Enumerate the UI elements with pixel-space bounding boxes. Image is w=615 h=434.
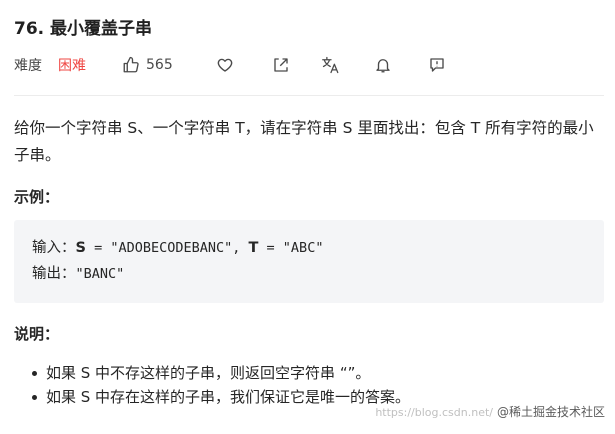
feedback-icon	[428, 56, 446, 74]
s-variable: S	[75, 240, 86, 256]
example-input-line: 输入：S = "ADOBECODEBANC", T = "ABC"	[32, 235, 604, 261]
divider	[14, 95, 604, 96]
input-label: 输入：	[32, 240, 76, 256]
share-button[interactable]	[270, 53, 292, 77]
translate-button[interactable]	[320, 53, 342, 77]
bell-icon	[374, 56, 392, 74]
example-block: 输入：S = "ADOBECODEBANC", T = "ABC" 输出："BA…	[14, 220, 604, 303]
like-count: 565	[146, 57, 173, 73]
watermark-site: @稀土掘金技术社区	[496, 405, 605, 419]
example-heading: 示例：	[14, 188, 60, 206]
list-item: 如果 S 中不存这样的子串，则返回空字符串 “”。	[32, 361, 602, 385]
watermark-url: https://blog.csdn.net/	[375, 406, 493, 419]
problem-description: 给你一个字符串 S、一个字符串 T，请在字符串 S 里面找出：包含 T 所有字符…	[14, 119, 594, 164]
feedback-button[interactable]	[426, 53, 448, 77]
page-title: 76. 最小覆盖子串	[14, 19, 153, 39]
notes-heading: 说明：	[14, 325, 60, 343]
t-variable: T	[248, 240, 259, 256]
difficulty-badge: 困难	[58, 58, 86, 74]
translate-icon	[321, 56, 341, 74]
heart-icon	[216, 56, 234, 74]
watermark: https://blog.csdn.net/@稀土掘金技术社区	[375, 403, 605, 420]
s-value: = "ADOBECODEBANC",	[85, 240, 249, 256]
problem-meta-bar: 难度 困难 565	[14, 53, 474, 77]
example-output-line: 输出："BANC"	[32, 261, 604, 287]
output-label: 输出：	[32, 266, 76, 282]
t-value: = "ABC"	[258, 240, 324, 256]
share-icon	[272, 56, 290, 74]
thumbs-up-icon	[122, 56, 140, 74]
favorite-button[interactable]	[214, 53, 236, 77]
difficulty-label: 难度	[14, 58, 42, 74]
like-button[interactable]: 565	[122, 53, 173, 77]
output-value: "BANC"	[75, 266, 125, 282]
notes-list: 如果 S 中不存这样的子串，则返回空字符串 “”。 如果 S 中存在这样的子串，…	[32, 361, 602, 409]
notify-button[interactable]	[372, 53, 394, 77]
